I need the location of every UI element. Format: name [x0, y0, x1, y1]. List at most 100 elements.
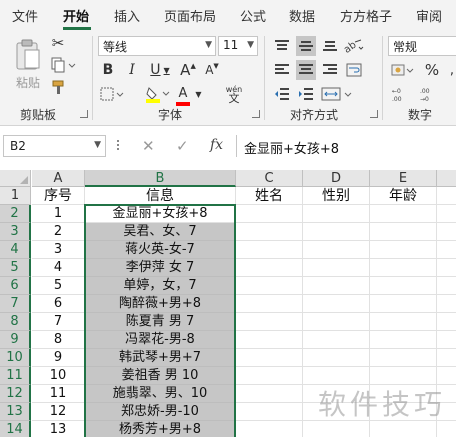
row-header-14[interactable]: 14 — [0, 421, 31, 437]
cell-a2[interactable]: 1 — [32, 205, 85, 223]
orientation-button[interactable]: ab — [342, 36, 366, 56]
cell-f9[interactable] — [437, 331, 456, 349]
row-header-11[interactable]: 11 — [0, 367, 31, 385]
cell-c10[interactable] — [236, 349, 303, 367]
decrease-indent-button[interactable] — [272, 84, 292, 104]
increase-decimal-button[interactable]: ←0.00 — [390, 84, 414, 104]
cell-f2[interactable] — [437, 205, 456, 223]
cell-e1[interactable]: 年龄 — [370, 187, 437, 205]
cell-d5[interactable] — [303, 259, 370, 277]
cell-f4[interactable] — [437, 241, 456, 259]
cell-c13[interactable] — [236, 403, 303, 421]
cell-f14[interactable] — [437, 421, 456, 437]
tab-fangfang-gezi[interactable]: 方方格子 — [340, 6, 392, 25]
cell-a3[interactable]: 2 — [32, 223, 85, 241]
number-format-combo[interactable]: 常规 — [388, 36, 456, 56]
cell-c3[interactable] — [236, 223, 303, 241]
cell-d6[interactable] — [303, 277, 370, 295]
cell-a8[interactable]: 7 — [32, 313, 85, 331]
name-box[interactable]: B2 ▼ — [3, 135, 106, 157]
cell-b9[interactable]: 冯翠花-男-8 — [85, 331, 236, 349]
row-header-5[interactable]: 5 — [0, 259, 31, 277]
cell-b3[interactable]: 吴君、女、7 — [85, 223, 236, 241]
cell-e14[interactable] — [370, 421, 437, 437]
align-bottom-button[interactable] — [320, 36, 340, 56]
cell-d7[interactable] — [303, 295, 370, 313]
cell-e10[interactable] — [370, 349, 437, 367]
cell-b1[interactable]: 信息 — [85, 187, 236, 205]
cell-b4[interactable]: 蒋火英-女-7 — [85, 241, 236, 259]
underline-button[interactable]: U ▼ — [146, 60, 174, 80]
clipboard-launcher-icon[interactable] — [80, 110, 88, 118]
cell-c11[interactable] — [236, 367, 303, 385]
cancel-icon[interactable]: ✕ — [142, 137, 155, 155]
row-header-2[interactable]: 2 — [0, 205, 31, 223]
bold-button[interactable]: B — [98, 60, 118, 80]
cell-e4[interactable] — [370, 241, 437, 259]
column-header-f[interactable] — [437, 170, 456, 187]
paste-button[interactable] — [12, 36, 44, 74]
cell-b7[interactable]: 陶醉薇+男+8 — [85, 295, 236, 313]
cell-f5[interactable] — [437, 259, 456, 277]
row-header-7[interactable]: 7 — [0, 295, 31, 313]
cell-f6[interactable] — [437, 277, 456, 295]
cell-c12[interactable] — [236, 385, 303, 403]
cell-c8[interactable] — [236, 313, 303, 331]
cell-a6[interactable]: 5 — [32, 277, 85, 295]
increase-indent-button[interactable] — [296, 84, 316, 104]
cell-b10[interactable]: 韩武琴+男+7 — [85, 349, 236, 367]
cell-e8[interactable] — [370, 313, 437, 331]
column-header-e[interactable]: E — [370, 170, 437, 187]
cell-b13[interactable]: 郑忠娇-男-10 — [85, 403, 236, 421]
tab-formulas[interactable]: 公式 — [240, 6, 266, 25]
column-header-a[interactable]: A — [32, 170, 85, 187]
tab-file[interactable]: 文件 — [12, 6, 38, 25]
decrease-decimal-button[interactable]: .00 →0 — [418, 84, 442, 104]
tab-home[interactable]: 开始 — [63, 6, 89, 25]
row-header-12[interactable]: 12 — [0, 385, 31, 403]
cell-a10[interactable]: 9 — [32, 349, 85, 367]
italic-button[interactable]: I — [122, 60, 142, 80]
cell-d8[interactable] — [303, 313, 370, 331]
cell-f7[interactable] — [437, 295, 456, 313]
cell-d2[interactable] — [303, 205, 370, 223]
cell-f10[interactable] — [437, 349, 456, 367]
cell-b6[interactable]: 单婷，女，7 — [85, 277, 236, 295]
cell-c9[interactable] — [236, 331, 303, 349]
column-header-c[interactable]: C — [236, 170, 303, 187]
cell-d1[interactable]: 性别 — [303, 187, 370, 205]
format-painter-button[interactable] — [50, 78, 68, 96]
comma-style-button[interactable]: , — [446, 60, 456, 80]
column-header-d[interactable]: D — [303, 170, 370, 187]
accounting-format-button[interactable] — [390, 60, 416, 80]
cell-d3[interactable] — [303, 223, 370, 241]
font-color-button[interactable]: A ▼ — [176, 84, 204, 106]
tab-page-layout[interactable]: 页面布局 — [164, 6, 216, 25]
cell-f1[interactable] — [437, 187, 456, 205]
align-top-button[interactable] — [272, 36, 292, 56]
cell-e6[interactable] — [370, 277, 437, 295]
copy-button[interactable] — [50, 56, 78, 74]
cell-b14[interactable]: 杨秀芳+男+8 — [85, 421, 236, 437]
cell-c5[interactable] — [236, 259, 303, 277]
column-header-b[interactable]: B — [85, 170, 236, 187]
tab-data[interactable]: 数据 — [289, 6, 315, 25]
align-right-button[interactable] — [320, 60, 340, 80]
cell-a12[interactable]: 11 — [32, 385, 85, 403]
cell-b12[interactable]: 施翡翠、男、10 — [85, 385, 236, 403]
font-shrink-button[interactable]: A ▼ — [202, 60, 222, 80]
cell-f3[interactable] — [437, 223, 456, 241]
cut-button[interactable]: ✂ — [50, 34, 66, 52]
cell-b8[interactable]: 陈夏青 男 7 — [85, 313, 236, 331]
row-header-6[interactable]: 6 — [0, 277, 31, 295]
align-center-button[interactable] — [296, 60, 316, 80]
cell-d10[interactable] — [303, 349, 370, 367]
cell-b5[interactable]: 李伊萍 女 7 — [85, 259, 236, 277]
cell-f8[interactable] — [437, 313, 456, 331]
cell-e7[interactable] — [370, 295, 437, 313]
cell-c7[interactable] — [236, 295, 303, 313]
fill-color-button[interactable] — [144, 84, 172, 104]
formula-input[interactable]: 金显丽+女孩+8 — [244, 138, 339, 157]
tab-insert[interactable]: 插入 — [114, 6, 140, 25]
cell-e2[interactable] — [370, 205, 437, 223]
